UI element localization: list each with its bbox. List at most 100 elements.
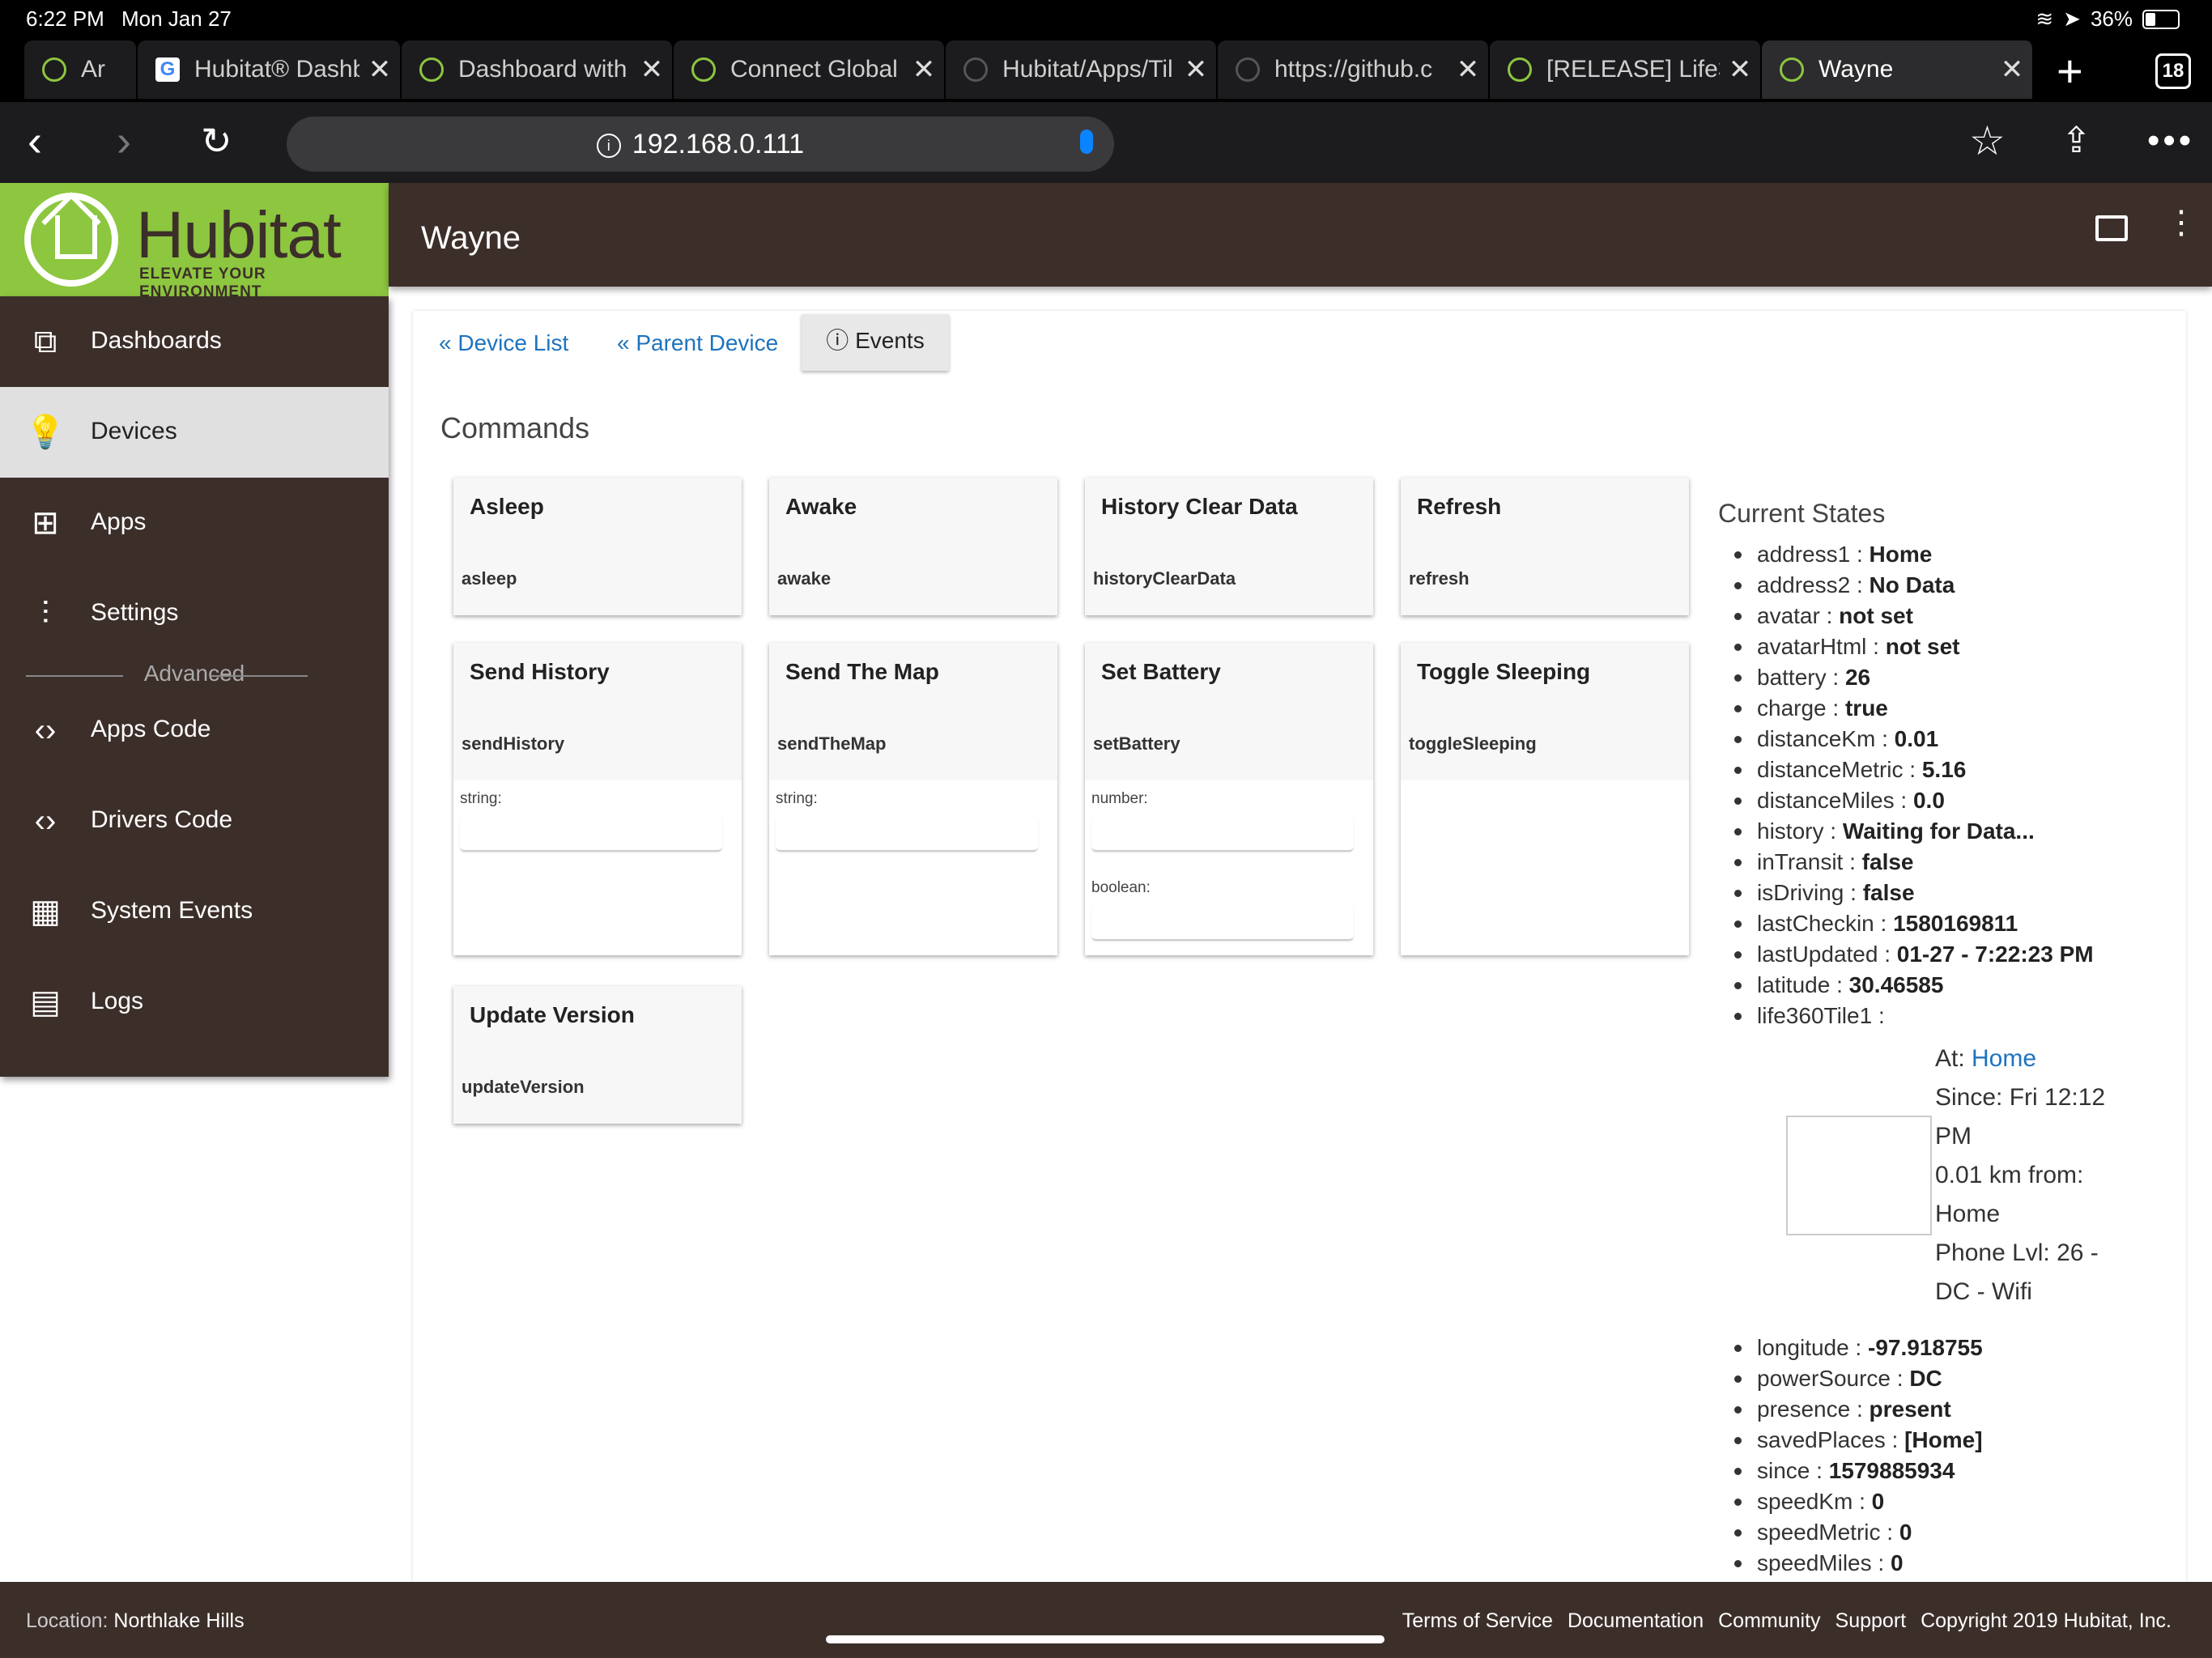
sidebar-item-label: Drivers Code [91,806,233,833]
state-item: speedKm : 0 [1734,1486,1983,1517]
command-method: sendTheMap [777,733,887,754]
sidebar-item-settings[interactable]: ⫶ Settings [0,568,389,659]
share-icon[interactable]: ⇪ [2061,118,2091,164]
sidebar-item-apps[interactable]: ⊞ Apps [0,478,389,568]
sidebar-item-label: Apps [91,508,147,535]
address-bar[interactable]: i 192.168.0.111 [287,117,1114,172]
sidebar-item-drivers-code[interactable]: ‹› Drivers Code [0,780,389,861]
url-text: 192.168.0.111 [632,129,805,159]
sidebar-item-logs[interactable]: ▤ Logs [0,962,389,1043]
param-label: boolean: [1091,879,1151,896]
tab-title: Wayne [1819,56,1894,83]
command-send-history[interactable]: Send History sendHistory string: [453,643,742,955]
state-item: savedPlaces : [Home] [1734,1425,1983,1456]
close-tab-icon[interactable]: ✕ [359,53,400,86]
info-icon[interactable]: i [596,134,621,159]
command-name: Send History [470,659,610,684]
state-item: address2 : No Data [1734,570,2094,601]
battery-fill [2146,12,2156,26]
command-name: Set Battery [1101,659,1221,684]
state-item: speedMiles : 0 [1734,1548,1983,1579]
tab-6[interactable]: https://github.c ✕ [1218,40,1490,99]
command-set-battery[interactable]: Set Battery setBattery number: boolean: [1085,643,1373,955]
command-update-version[interactable]: Update Version updateVersion [453,986,742,1124]
events-button[interactable]: ⓘ Events [802,314,949,371]
close-tab-icon[interactable]: ✕ [1720,53,1760,86]
sidebar-item-apps-code[interactable]: ‹› Apps Code [0,690,389,771]
close-tab-icon[interactable]: ✕ [1176,53,1216,86]
close-tab-icon[interactable]: ✕ [904,53,944,86]
back-icon[interactable]: ‹ [28,118,42,164]
terms-link[interactable]: Terms of Service [1402,1609,1553,1633]
close-tab-icon[interactable]: ✕ [632,53,672,86]
state-item: longitude : -97.918755 [1734,1333,1983,1363]
device-list-link[interactable]: « Device List [439,330,568,356]
param-label: number: [1091,790,1148,807]
current-states-title: Current States [1718,499,1886,528]
forward-icon[interactable]: › [117,118,131,164]
state-item: address1 : Home [1734,539,2094,570]
apps-grid-icon: ⊞ [32,505,59,541]
community-link[interactable]: Community [1718,1609,1820,1633]
command-toggle-sleeping[interactable]: Toggle Sleeping toggleSleeping [1401,643,1689,955]
command-send-the-map[interactable]: Send The Map sendTheMap string: [769,643,1057,955]
microphone-icon[interactable] [1080,130,1093,154]
home-indicator[interactable] [826,1635,1385,1643]
sidebar-item-dashboards[interactable]: ⧉ Dashboards [0,296,389,387]
command-refresh[interactable]: Refresh refresh [1401,478,1689,615]
tab-title: Ar [81,56,105,83]
set-battery-boolean-input[interactable] [1091,905,1354,941]
command-name: History Clear Data [1101,494,1298,519]
command-awake[interactable]: Awake awake [769,478,1057,615]
sidebar: ⧉ Dashboards 💡 Devices ⊞ Apps ⫶ Settings… [0,296,389,1077]
support-link[interactable]: Support [1836,1609,1907,1633]
tab-title: https://github.c [1274,56,1433,83]
command-name: Send The Map [785,659,939,684]
tab-2[interactable]: G Hubitat® Dashb ✕ [138,40,402,99]
tab-1[interactable]: Ar [24,40,138,99]
documentation-link[interactable]: Documentation [1568,1609,1704,1633]
chat-icon[interactable] [2095,215,2128,241]
state-item: lastUpdated : 01-27 - 7:22:23 PM [1734,939,2094,970]
command-method: historyClearData [1093,568,1236,589]
set-battery-number-input[interactable] [1091,816,1354,852]
tab-count-button[interactable]: 18 [2155,53,2191,89]
browser-toolbar: ‹ › ↻ i 192.168.0.111 ☆ ⇪ ••• [0,102,2212,183]
state-item: speedMetric : 0 [1734,1517,1983,1548]
tab-8-active[interactable]: Wayne ✕ [1762,40,2034,99]
close-tab-icon[interactable]: ✕ [1992,53,2032,86]
document-icon: ▤ [30,984,61,1020]
state-item: history : Waiting for Data... [1734,816,2094,847]
send-the-map-string-input[interactable] [776,816,1038,852]
new-tab-icon[interactable]: + [2057,49,2083,94]
close-tab-icon[interactable]: ✕ [1448,53,1488,86]
sidebar-item-devices[interactable]: 💡 Devices [0,387,389,478]
hubitat-logo[interactable]: Hubitat ELEVATE YOUR ENVIRONMENT [0,183,389,300]
sidebar-item-system-events[interactable]: ▦ System Events [0,871,389,952]
kebab-menu-icon[interactable]: ⋮ [2165,206,2197,239]
state-item: powerSource : DC [1734,1363,1983,1394]
calendar-icon: ▦ [30,894,61,929]
sidebar-item-label: Apps Code [91,716,211,742]
state-item: since : 1579885934 [1734,1456,1983,1486]
more-options-icon[interactable]: ••• [2147,118,2194,164]
status-time: 6:22 PM [26,6,104,31]
sidebar-item-label: Settings [91,599,179,626]
code-icon: ‹› [34,803,57,839]
tab-7[interactable]: [RELEASE] Life3 ✕ [1490,40,1762,99]
parent-device-link[interactable]: « Parent Device [617,330,778,356]
tab-4[interactable]: Connect Global ✕ [674,40,946,99]
command-history-clear-data[interactable]: History Clear Data historyClearData [1085,478,1373,615]
tile-place-link[interactable]: Home [1972,1045,2036,1072]
tab-5[interactable]: Hubitat/Apps/Til ✕ [946,40,1218,99]
send-history-string-input[interactable] [460,816,722,852]
reload-icon[interactable]: ↻ [201,118,232,164]
command-asleep[interactable]: Asleep asleep [453,478,742,615]
state-item: battery : 26 [1734,662,2094,693]
current-states-list-continued: longitude : -97.918755 powerSource : DC … [1734,1333,1983,1579]
sliders-icon: ⫶ [41,596,49,631]
bookmark-star-icon[interactable]: ☆ [1969,118,2006,164]
tab-3[interactable]: Dashboard with ✕ [402,40,674,99]
battery-icon [2142,9,2180,29]
command-name: Awake [785,494,857,519]
